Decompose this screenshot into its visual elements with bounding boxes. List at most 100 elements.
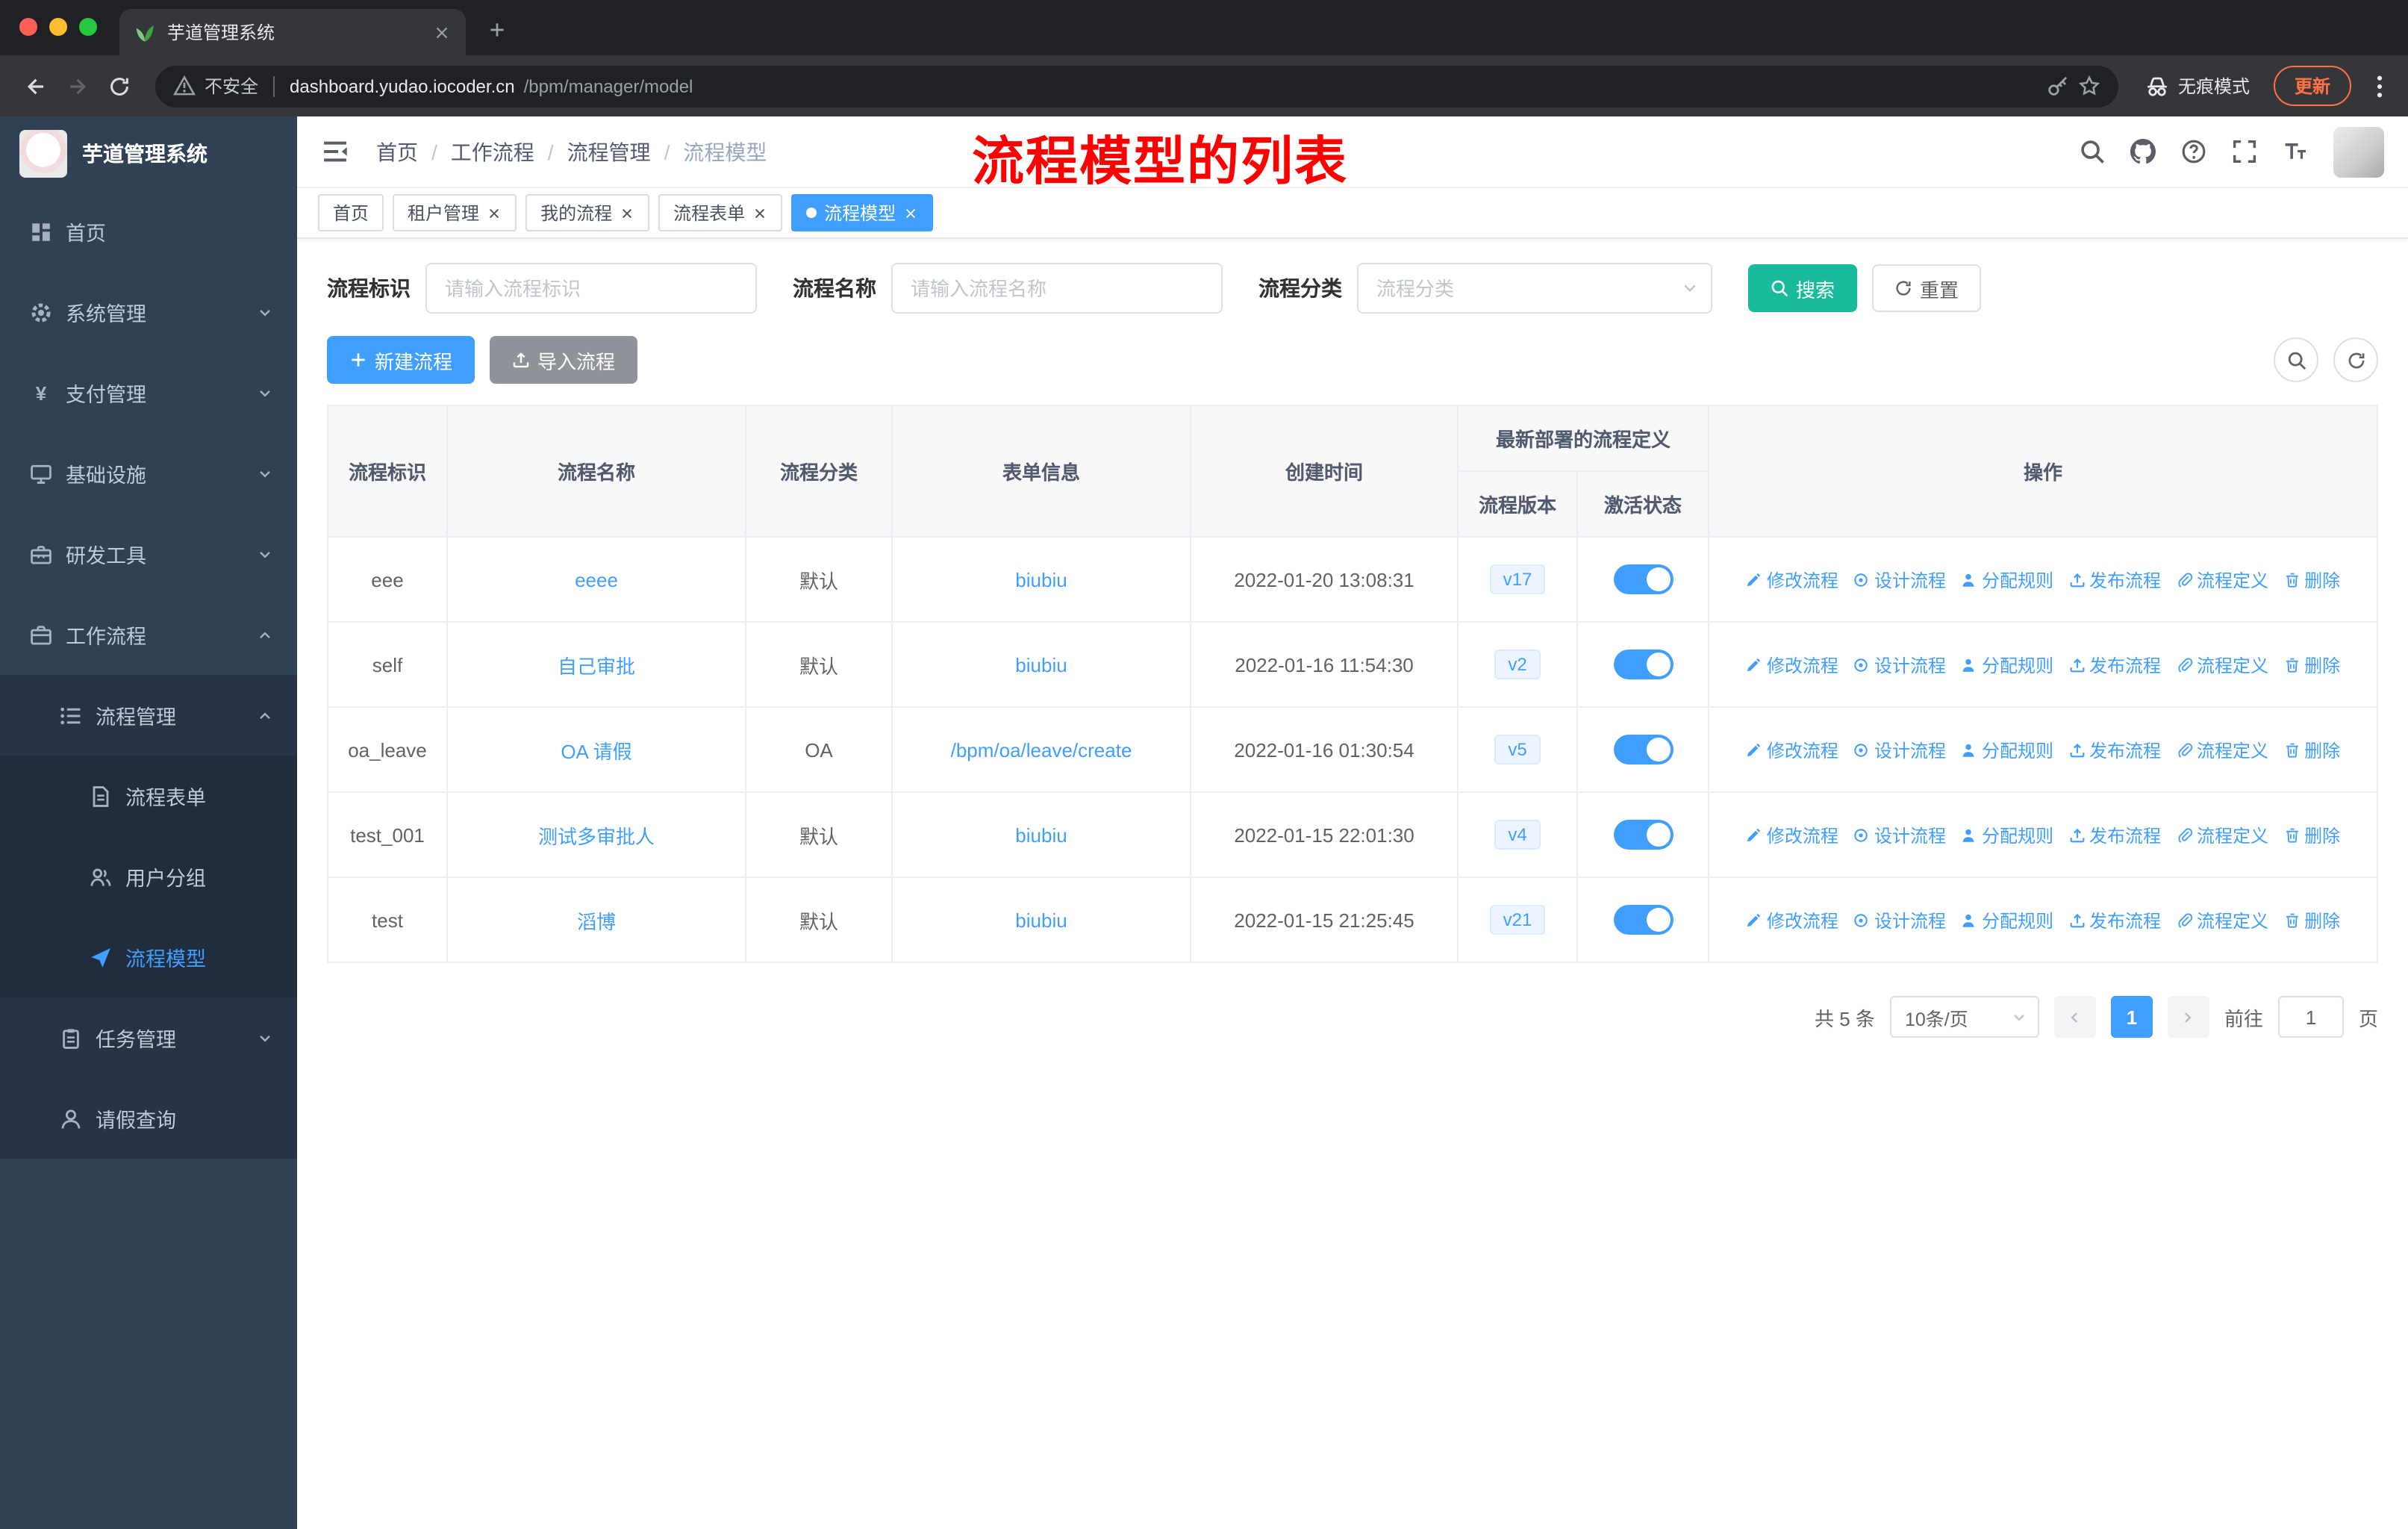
reload-button[interactable] <box>99 65 140 107</box>
refresh-table-button[interactable] <box>2333 337 2378 382</box>
sidebar-collapse-icon[interactable] <box>321 137 349 166</box>
url-bar[interactable]: 不安全 dashboard.yudao.iocoder.cn/bpm/manag… <box>155 65 2118 107</box>
model-name-link[interactable]: OA 请假 <box>561 740 631 762</box>
op-link-publish[interactable]: 发布流程 <box>2068 907 2161 932</box>
sidebar-item-workflow[interactable]: 工作流程 <box>0 594 297 675</box>
user-avatar[interactable] <box>2333 126 2384 177</box>
help-icon[interactable] <box>2181 139 2206 164</box>
prev-page-button[interactable] <box>2053 996 2096 1038</box>
active-toggle[interactable] <box>1613 735 1673 764</box>
op-link-definition[interactable]: 流程定义 <box>2176 907 2268 932</box>
form-info-link[interactable]: biubiu <box>1015 909 1067 931</box>
fullscreen-icon[interactable] <box>2232 139 2257 164</box>
minimize-window-button[interactable] <box>49 18 67 36</box>
filter-key-input[interactable] <box>425 263 757 314</box>
maximize-window-button[interactable] <box>79 18 97 36</box>
tag-process-form[interactable]: 流程表单 <box>658 194 783 231</box>
form-info-link[interactable]: biubiu <box>1015 653 1067 676</box>
version-tag[interactable]: v5 <box>1494 735 1541 764</box>
back-button[interactable] <box>15 65 57 107</box>
close-window-button[interactable] <box>19 18 37 36</box>
close-icon[interactable] <box>620 205 634 220</box>
search-icon[interactable] <box>2080 139 2105 164</box>
op-link-edit[interactable]: 修改流程 <box>1746 737 1838 762</box>
op-link-design[interactable]: 设计流程 <box>1853 567 1946 592</box>
sidebar-item-payment[interactable]: ¥ 支付管理 <box>0 352 297 433</box>
version-tag[interactable]: v2 <box>1494 650 1541 679</box>
op-link-delete[interactable]: 删除 <box>2283 737 2340 762</box>
op-link-definition[interactable]: 流程定义 <box>2176 822 2268 847</box>
filter-category-select[interactable] <box>1357 263 1712 314</box>
op-link-edit[interactable]: 修改流程 <box>1746 652 1838 677</box>
breadcrumb-item[interactable]: 首页 <box>376 137 418 166</box>
op-link-assign[interactable]: 分配规则 <box>1961 822 2053 847</box>
close-icon[interactable] <box>752 205 767 220</box>
active-toggle[interactable] <box>1613 650 1673 679</box>
op-link-definition[interactable]: 流程定义 <box>2176 652 2268 677</box>
create-model-button[interactable]: 新建流程 <box>327 336 475 384</box>
op-link-design[interactable]: 设计流程 <box>1853 737 1946 762</box>
sidebar-item-process-management[interactable]: 流程管理 <box>0 675 297 756</box>
op-link-edit[interactable]: 修改流程 <box>1746 907 1838 932</box>
page-button-1[interactable]: 1 <box>2110 996 2153 1038</box>
form-info-link[interactable]: biubiu <box>1015 568 1067 591</box>
op-link-delete[interactable]: 删除 <box>2283 567 2340 592</box>
sidebar-item-process-form[interactable]: 流程表单 <box>0 756 297 836</box>
sidebar-item-home[interactable]: 首页 <box>0 191 297 272</box>
op-link-assign[interactable]: 分配规则 <box>1961 907 2053 932</box>
next-page-button[interactable] <box>2167 996 2209 1038</box>
github-icon[interactable] <box>2130 139 2156 164</box>
sidebar-item-devtools[interactable]: 研发工具 <box>0 514 297 594</box>
op-link-assign[interactable]: 分配规则 <box>1961 567 2053 592</box>
form-info-link[interactable]: biubiu <box>1015 823 1067 846</box>
forward-button[interactable] <box>57 65 99 107</box>
update-button[interactable]: 更新 <box>2273 66 2351 106</box>
sidebar-item-task-management[interactable]: 任务管理 <box>0 997 297 1078</box>
toggle-search-button[interactable] <box>2274 337 2318 382</box>
active-toggle[interactable] <box>1613 905 1673 935</box>
breadcrumb-item[interactable]: 流程管理 <box>567 137 651 166</box>
version-tag[interactable]: v17 <box>1489 564 1546 594</box>
goto-page-input[interactable] <box>2277 996 2344 1038</box>
op-link-publish[interactable]: 发布流程 <box>2068 652 2161 677</box>
reset-button[interactable]: 重置 <box>1872 264 1982 312</box>
active-toggle[interactable] <box>1613 820 1673 850</box>
breadcrumb-item[interactable]: 工作流程 <box>451 137 534 166</box>
op-link-publish[interactable]: 发布流程 <box>2068 737 2161 762</box>
close-icon[interactable] <box>487 205 502 220</box>
op-link-assign[interactable]: 分配规则 <box>1961 737 2053 762</box>
op-link-publish[interactable]: 发布流程 <box>2068 822 2161 847</box>
close-icon[interactable] <box>903 205 918 220</box>
import-model-button[interactable]: 导入流程 <box>490 336 638 384</box>
sidebar-item-process-model[interactable]: 流程模型 <box>0 917 297 997</box>
tag-process-model[interactable]: 流程模型 <box>791 194 934 231</box>
tag-home[interactable]: 首页 <box>318 194 384 231</box>
op-link-definition[interactable]: 流程定义 <box>2176 737 2268 762</box>
sidebar-item-system[interactable]: 系统管理 <box>0 272 297 352</box>
op-link-delete[interactable]: 删除 <box>2283 652 2340 677</box>
model-name-link[interactable]: 测试多审批人 <box>538 825 655 847</box>
sidebar-item-infrastructure[interactable]: 基础设施 <box>0 433 297 514</box>
model-name-link[interactable]: 自己审批 <box>558 655 635 677</box>
security-label[interactable]: 不安全 <box>205 73 258 99</box>
sidebar-item-user-group[interactable]: 用户分组 <box>0 836 297 917</box>
tab-close-icon[interactable] <box>433 23 451 41</box>
tag-my-process[interactable]: 我的流程 <box>525 194 650 231</box>
tag-tenant[interactable]: 租户管理 <box>393 194 517 231</box>
model-name-link[interactable]: eeee <box>575 568 618 591</box>
form-info-link[interactable]: /bpm/oa/leave/create <box>951 738 1132 761</box>
op-link-delete[interactable]: 删除 <box>2283 822 2340 847</box>
browser-menu-icon[interactable] <box>2366 72 2393 99</box>
model-name-link[interactable]: 滔博 <box>577 910 616 932</box>
op-link-delete[interactable]: 删除 <box>2283 907 2340 932</box>
op-link-edit[interactable]: 修改流程 <box>1746 822 1838 847</box>
op-link-publish[interactable]: 发布流程 <box>2068 567 2161 592</box>
op-link-design[interactable]: 设计流程 <box>1853 652 1946 677</box>
op-link-definition[interactable]: 流程定义 <box>2176 567 2268 592</box>
key-icon[interactable] <box>2047 75 2069 97</box>
op-link-assign[interactable]: 分配规则 <box>1961 652 2053 677</box>
version-tag[interactable]: v4 <box>1494 820 1541 850</box>
op-link-design[interactable]: 设计流程 <box>1853 907 1946 932</box>
op-link-design[interactable]: 设计流程 <box>1853 822 1946 847</box>
new-tab-button[interactable] <box>478 10 517 49</box>
